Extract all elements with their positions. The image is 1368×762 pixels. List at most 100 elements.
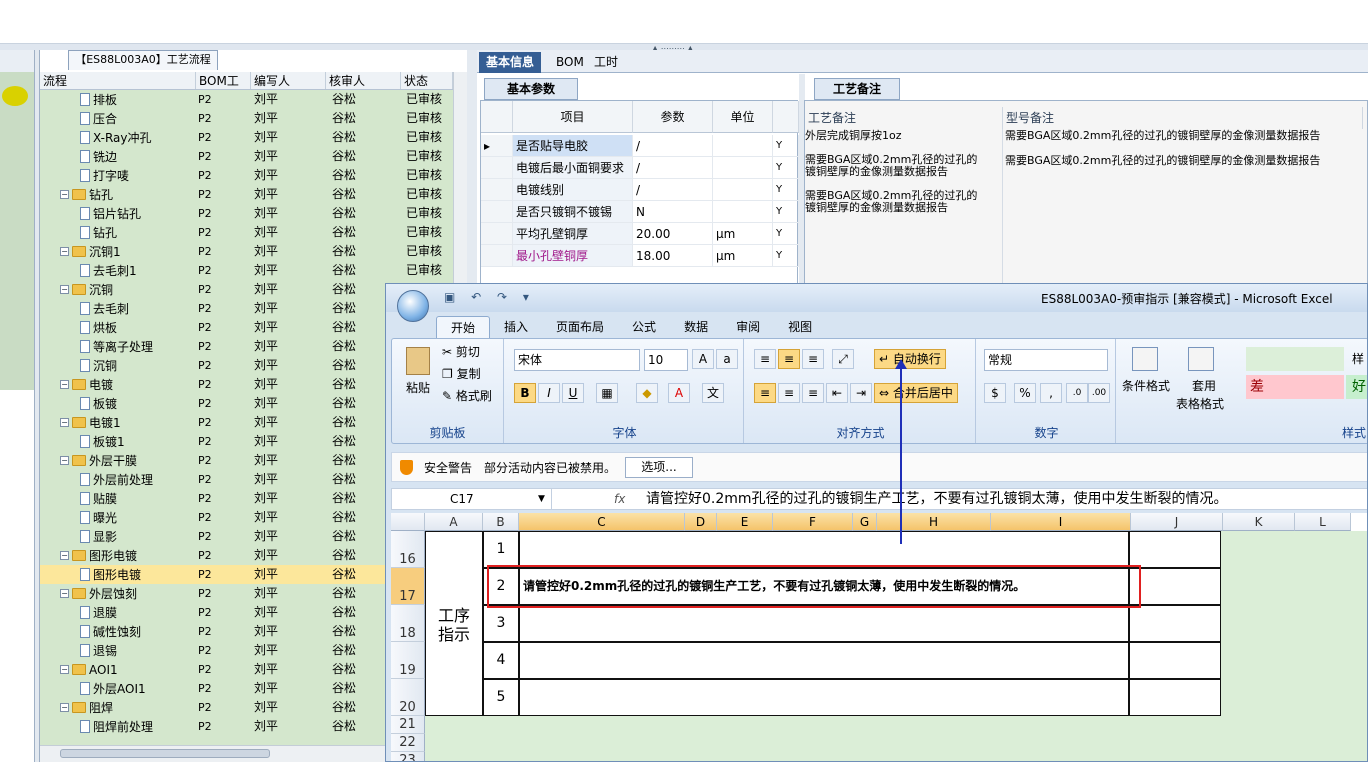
decrease-decimal-icon[interactable]: .00 (1088, 383, 1110, 403)
column-header[interactable]: I (991, 513, 1131, 531)
tree-node[interactable]: − 沉铜1 (60, 242, 121, 261)
column-header[interactable]: H (877, 513, 991, 531)
tree-row[interactable]: 排板 P2 刘平 谷松 已审核 (40, 90, 453, 109)
collapse-icon[interactable]: − (60, 665, 69, 674)
style-neutral[interactable]: 样 (1346, 347, 1367, 371)
tree-node[interactable]: 显影 (80, 527, 117, 546)
param-row[interactable]: 是否只镀铜不镀锡 N Y (481, 201, 799, 223)
tree-row[interactable]: − 沉铜1 P2 刘平 谷松 已审核 (40, 242, 453, 261)
decrease-indent-icon[interactable]: ⇤ (826, 383, 848, 403)
tree-row[interactable]: 压合 P2 刘平 谷松 已审核 (40, 109, 453, 128)
param-value[interactable]: / (633, 157, 713, 179)
tree-node[interactable]: − 沉铜 (60, 280, 113, 299)
underline-icon[interactable]: U (562, 383, 584, 403)
shrink-font-icon[interactable]: a (716, 349, 738, 369)
wrap-text-button[interactable]: ↵ 自动换行 (874, 349, 946, 369)
collapse-icon[interactable]: − (60, 285, 69, 294)
column-header[interactable]: C (519, 513, 685, 531)
cut-button[interactable]: ✂ 剪切 (442, 343, 480, 361)
row-header[interactable]: 19 (391, 642, 425, 679)
tree-node[interactable]: 压合 (80, 109, 117, 128)
instruction-cell[interactable] (519, 679, 1129, 716)
quick-access-toolbar[interactable]: ▣ ↶ ↷ ▾ (444, 290, 535, 304)
font-name-select[interactable]: 宋体 (514, 349, 640, 371)
param-row[interactable]: 电镀后最小面铜要求 / Y (481, 157, 799, 179)
collapse-icon[interactable]: − (60, 551, 69, 560)
tree-node[interactable]: 贴膜 (80, 489, 117, 508)
col-flag[interactable] (773, 101, 799, 133)
column-header[interactable]: F (773, 513, 853, 531)
row-header[interactable]: 21 (391, 716, 425, 734)
align-middle-icon[interactable]: ≡ (778, 349, 800, 369)
table-format-icon[interactable] (1188, 347, 1214, 371)
tab-bom[interactable]: BOM (549, 52, 591, 73)
table-format-button-2[interactable]: 表格格式 (1176, 395, 1224, 413)
copy-button[interactable]: ❐ 复制 (442, 365, 481, 383)
fill-color-icon[interactable]: ◆ (636, 383, 658, 403)
col-item[interactable]: 项目 (513, 101, 633, 133)
ribbon-tab-formulas[interactable]: 公式 (618, 316, 670, 338)
row-header[interactable]: 17 (391, 568, 425, 605)
process-flow-tab[interactable]: 【ES88L003A0】工艺流程 (68, 50, 218, 70)
tree-node[interactable]: 外层AOI1 (80, 679, 146, 698)
collapse-icon[interactable]: − (60, 418, 69, 427)
column-header[interactable]: J (1131, 513, 1223, 531)
grow-font-icon[interactable]: A (692, 349, 714, 369)
j-cell[interactable] (1129, 642, 1221, 679)
worksheet[interactable]: A B C D E F G H I J K L 16 17 18 19 20 21 22 23 工序指示 1 2 请管控好0.… (391, 513, 1367, 761)
current-row-icon[interactable]: ▸ (481, 135, 513, 157)
tab-basic-info[interactable]: 基本信息 (479, 52, 542, 73)
number-cell[interactable]: 3 (483, 605, 519, 642)
tree-row[interactable]: X-Ray冲孔 P2 刘平 谷松 已审核 (40, 128, 453, 147)
tree-node[interactable]: 沉铜 (80, 356, 117, 375)
basic-params-tab[interactable]: 基本参数 (484, 78, 578, 100)
tree-node[interactable]: 阻焊前处理 (80, 717, 153, 736)
fx-icon[interactable]: fx (614, 489, 625, 509)
param-value[interactable]: 20.00 (633, 223, 713, 245)
phonetic-icon[interactable]: 文 (702, 383, 724, 403)
tree-node[interactable]: 去毛刺1 (80, 261, 137, 280)
col-status[interactable]: 状态 (401, 72, 453, 89)
tree-node[interactable]: 退膜 (80, 603, 117, 622)
table-format-button-1[interactable]: 套用 (1192, 377, 1216, 395)
param-unit[interactable] (713, 157, 773, 179)
basic-params-grid[interactable]: 项目 参数 单位 ▸ 是否贴导电胶 / Y 电镀后最小面铜要求 / Y 电镀线别 / Y 是否只镀铜… (480, 100, 799, 290)
border-icon[interactable]: ▦ (596, 383, 618, 403)
collapse-icon[interactable]: − (60, 703, 69, 712)
font-color-icon[interactable]: A (668, 383, 690, 403)
tree-row[interactable]: − 钻孔 P2 刘平 谷松 已审核 (40, 185, 453, 204)
align-center-icon[interactable]: ≡ (778, 383, 800, 403)
tree-node[interactable]: 烘板 (80, 318, 117, 337)
tree-node[interactable]: 图形电镀 (80, 565, 141, 584)
col-model-note[interactable]: 型号备注 (1003, 107, 1363, 129)
align-top-icon[interactable]: ≡ (754, 349, 776, 369)
process-note-2[interactable]: 需要BGA区域0.2mm孔径的过孔的镀铜壁厚的金像测量数据报告 (805, 154, 980, 178)
tree-node[interactable]: − 图形电镀 (60, 546, 137, 565)
j-cell[interactable] (1129, 531, 1221, 568)
column-header[interactable]: K (1223, 513, 1295, 531)
tree-node[interactable]: 板镀 (80, 394, 117, 413)
row-selector[interactable] (481, 223, 513, 245)
param-row[interactable]: 最小孔壁铜厚 18.00 μm Y (481, 245, 799, 267)
column-header[interactable]: D (685, 513, 717, 531)
tree-node[interactable]: 钻孔 (80, 223, 117, 242)
number-format-select[interactable]: 常规 (984, 349, 1108, 371)
select-all-corner[interactable] (391, 513, 425, 531)
param-unit[interactable] (713, 179, 773, 201)
tree-node[interactable]: 碱性蚀刻 (80, 622, 141, 641)
collapse-icon[interactable]: − (60, 380, 69, 389)
tree-hscroll-thumb[interactable] (60, 749, 270, 758)
name-box-dropdown-icon[interactable]: ▼ (538, 489, 545, 509)
align-left-icon[interactable]: ≡ (754, 383, 776, 403)
j-cell[interactable] (1129, 568, 1221, 605)
font-size-select[interactable]: 10 (644, 349, 688, 371)
column-header[interactable]: L (1295, 513, 1351, 531)
param-value[interactable]: / (633, 179, 713, 201)
instruction-cell[interactable] (519, 531, 1129, 568)
param-row[interactable]: ▸ 是否贴导电胶 / Y (481, 135, 799, 157)
tree-node[interactable]: 去毛刺 (80, 299, 129, 318)
paste-button[interactable]: 粘贴 (406, 379, 430, 397)
col-bom[interactable]: BOM工厂 (196, 72, 251, 106)
tree-node[interactable]: − AOI1 (60, 660, 118, 679)
param-row[interactable]: 平均孔壁铜厚 20.00 μm Y (481, 223, 799, 245)
